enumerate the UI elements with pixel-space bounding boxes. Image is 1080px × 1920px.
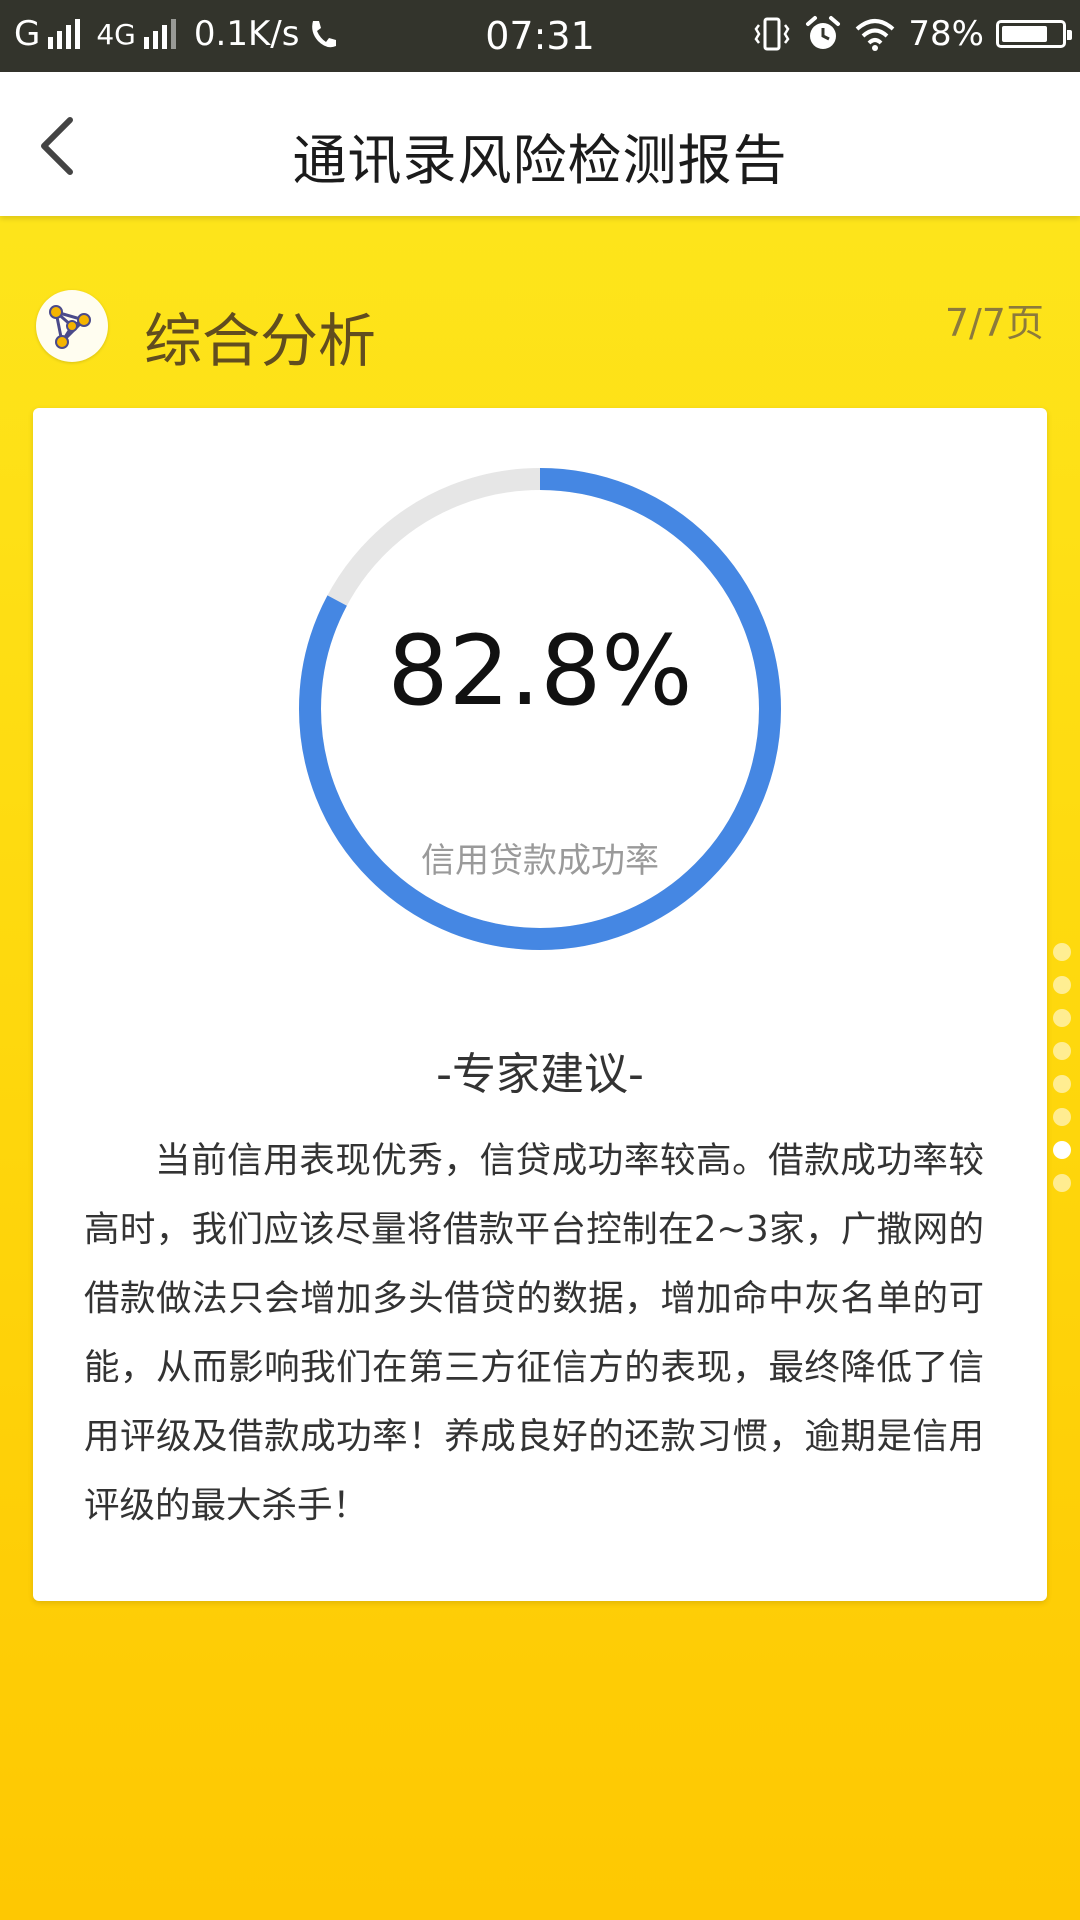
page-dots [1053,943,1073,1207]
advice-text: 当前信用表现优秀，信贷成功率较高。借款成功率较高时，我们应该尽量将借款平台控制在… [84,1140,984,1526]
alarm-icon [806,16,841,49]
page-indicator: 7/7页 [944,301,1044,345]
network-graph-icon [36,290,108,362]
section-header: 综合分析 7/7页 [36,288,1044,375]
battery-icon [996,20,1072,48]
gauge-value: 82.8% [387,615,693,727]
page-dot[interactable] [1053,1108,1071,1126]
analysis-card: 82.8% 信用贷款成功率 -专家建议- 当前信用表现优秀，信贷成功率较高。借款… [33,408,1047,1601]
page-dot[interactable] [1053,1141,1071,1159]
advice-title: -专家建议- [436,1049,644,1100]
gauge-label: 信用贷款成功率 [421,841,659,881]
page-dot[interactable] [1053,976,1071,994]
page-dot[interactable] [1053,1075,1071,1093]
section-title: 综合分析 [144,307,377,375]
page-dot[interactable] [1053,1174,1071,1192]
wifi-icon [856,19,895,51]
page-title: 通讯录风险检测报告 [292,129,788,192]
app-bar: 通讯录风险检测报告 [0,72,1080,216]
success-rate-gauge: 82.8% 信用贷款成功率 [296,465,784,953]
page-dot[interactable] [1053,1042,1071,1060]
page-dot[interactable] [1053,943,1071,961]
status-bar: G 4G 0.1K/s 07:31 78% [0,0,1080,72]
page-dot[interactable] [1053,1009,1071,1027]
vibrate-icon [754,17,790,51]
battery-percent: 78% [908,14,984,54]
status-bar-right: 78% [752,14,1072,54]
